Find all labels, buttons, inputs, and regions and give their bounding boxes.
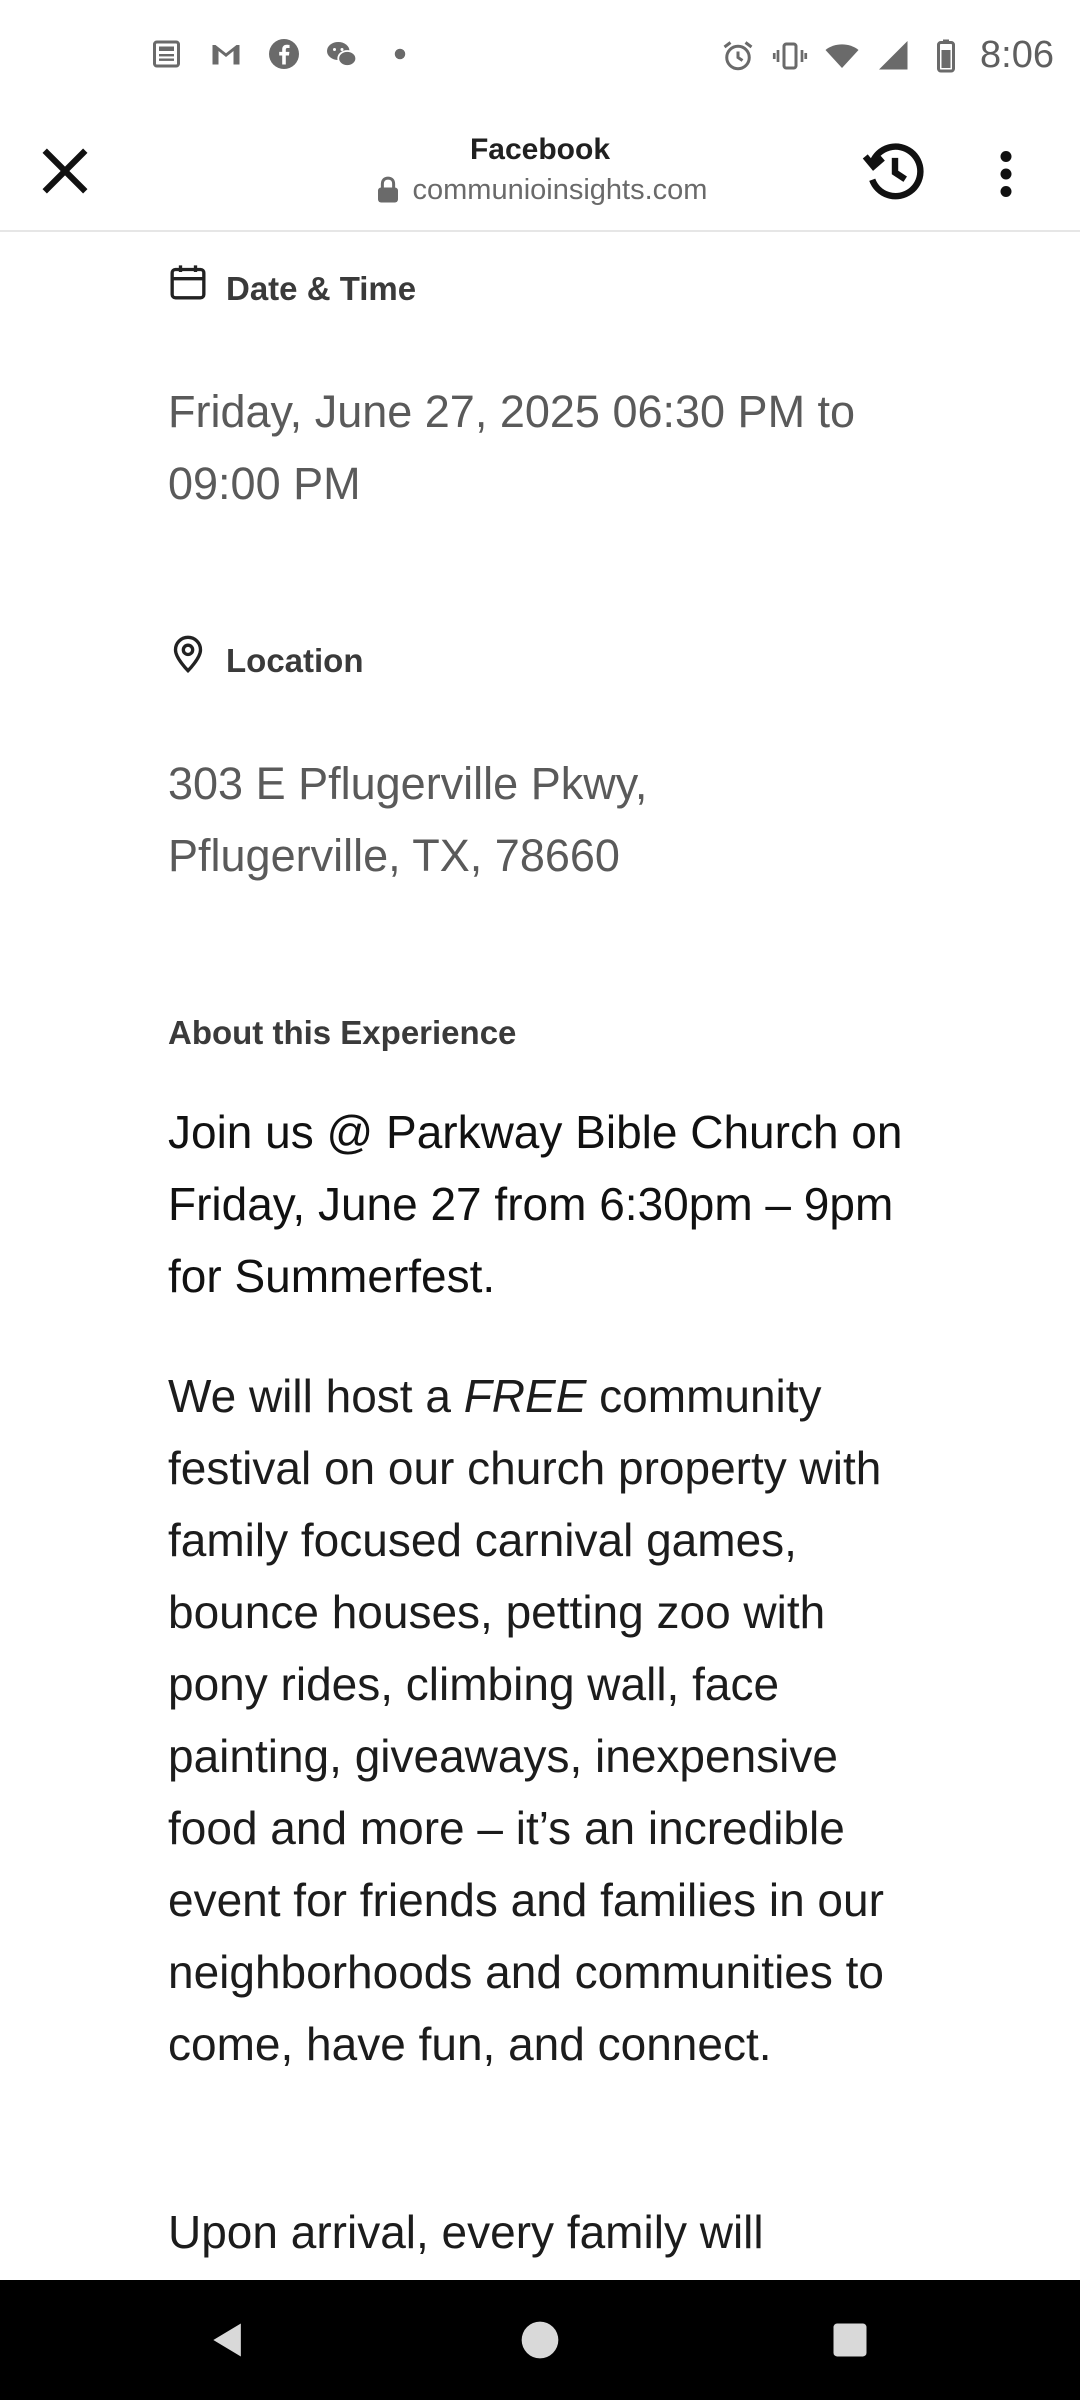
- navigation-bar: [0, 2280, 1080, 2400]
- url-text: communioinsights.com: [412, 174, 708, 206]
- history-icon[interactable]: [860, 136, 930, 206]
- description-prefix: We will host a: [168, 1370, 464, 1422]
- vibrate-icon: [772, 42, 808, 69]
- location-pin-icon: [173, 635, 203, 674]
- page-title: Facebook: [469, 133, 611, 166]
- event-description: We will host a FREE community festival o…: [168, 1360, 928, 2080]
- description-emphasis: FREE: [463, 1370, 587, 1422]
- date-value: Friday, June 27, 2025 06:30 PM to 09:00 …: [168, 376, 928, 520]
- title-block[interactable]: Facebook communioinsights.com: [300, 130, 780, 210]
- location-section-heading: Location: [168, 628, 364, 680]
- close-icon[interactable]: [34, 140, 96, 202]
- signal-icon: [879, 40, 908, 69]
- status-bar: 8:06: [0, 0, 1080, 116]
- notification-icons: [150, 36, 418, 72]
- alarm-icon: [723, 40, 753, 70]
- location-line-2: Pflugerville, TX, 78660: [168, 830, 620, 881]
- event-description-2: Upon arrival, every family will: [168, 2206, 764, 2258]
- recents-icon[interactable]: [828, 2318, 872, 2362]
- lock-icon: [377, 176, 398, 203]
- date-section-heading: Date & Time: [168, 256, 416, 308]
- location-label: Location: [226, 642, 364, 679]
- home-icon[interactable]: [518, 2318, 562, 2362]
- news-icon: [153, 40, 180, 68]
- calendar-icon: [170, 265, 206, 300]
- battery-icon: [937, 39, 956, 72]
- location-value[interactable]: 303 E Pflugerville Pkwy, Pflugerville, T…: [168, 748, 928, 892]
- date-label: Date & Time: [226, 270, 417, 307]
- back-icon[interactable]: [206, 2318, 250, 2362]
- status-time: 8:06: [980, 34, 1054, 76]
- date-line-2: 09:00 PM: [168, 458, 361, 509]
- system-icons: 8:06: [720, 34, 1054, 77]
- gmail-icon: [212, 45, 240, 65]
- url-row: communioinsights.com: [300, 170, 780, 210]
- more-options-icon[interactable]: [996, 144, 1016, 204]
- facebook-icon: [269, 39, 299, 69]
- description-suffix: community festival on our church propert…: [168, 1370, 885, 2070]
- wifi-icon: [825, 43, 859, 68]
- event-intro: Join us @ Parkway Bible Church on Friday…: [168, 1106, 903, 1302]
- wechat-icon: [327, 42, 358, 67]
- browser-header: Facebook communioinsights.com: [0, 116, 1080, 232]
- location-line-1: 303 E Pflugerville Pkwy,: [168, 758, 648, 809]
- dot-icon: [394, 48, 406, 60]
- date-line-1: Friday, June 27, 2025 06:30 PM to: [168, 386, 856, 437]
- page-content: Date & Time Friday, June 27, 2025 06:30 …: [0, 232, 1080, 2280]
- about-heading: About this Experience: [168, 1014, 517, 1051]
